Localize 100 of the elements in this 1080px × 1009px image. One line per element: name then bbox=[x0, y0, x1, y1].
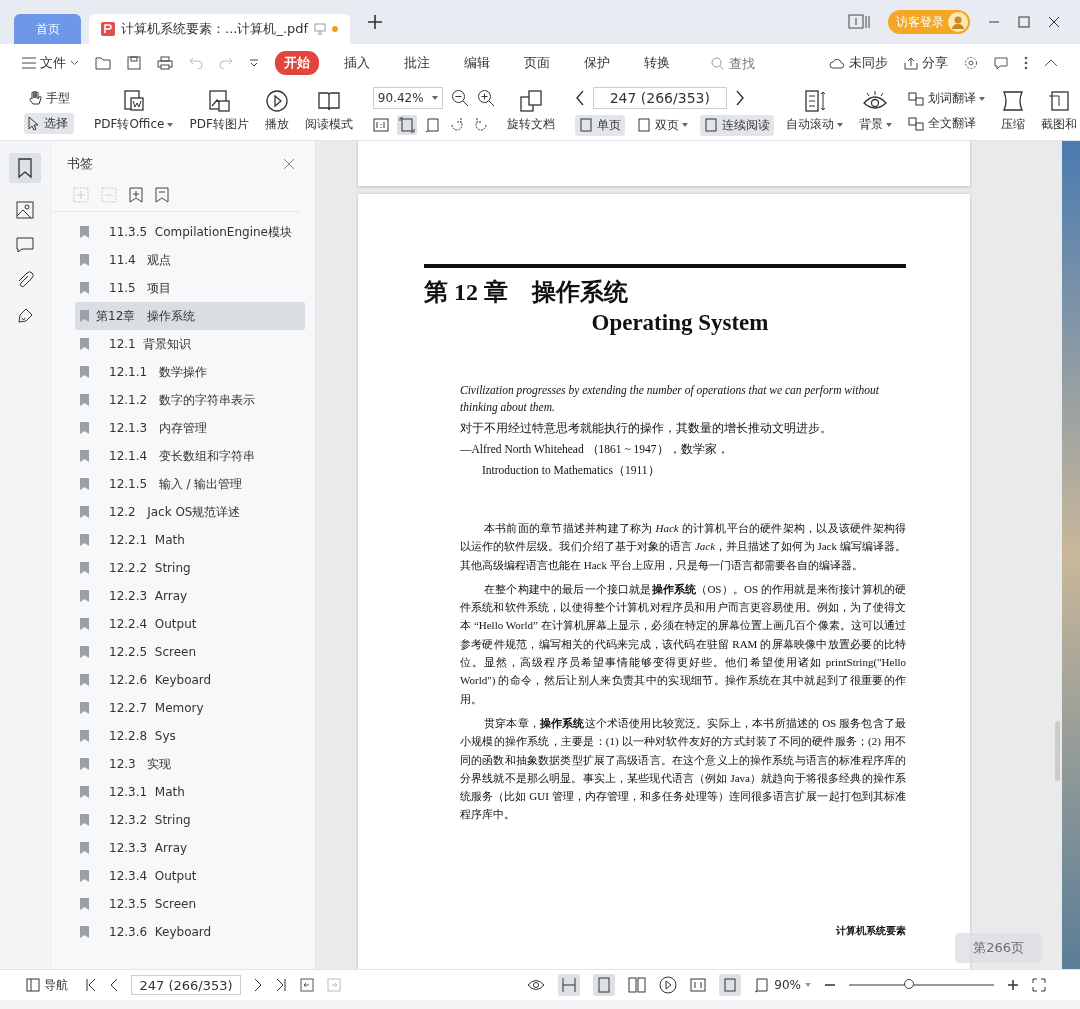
bookmark-item[interactable]: 12.1.1 数学操作 bbox=[75, 358, 305, 386]
ribbon-button[interactable]: 截图和 bbox=[1036, 89, 1080, 133]
close-icon[interactable] bbox=[1048, 16, 1060, 28]
ribbon-tab[interactable]: 编辑 bbox=[455, 51, 499, 75]
bookmark-item[interactable]: 12.3 实现 bbox=[75, 750, 305, 778]
bookmark-item[interactable]: 12.2.3 Array bbox=[75, 582, 305, 610]
translate-button[interactable]: 划词翻译 bbox=[903, 88, 989, 109]
slider-thumb[interactable] bbox=[903, 979, 914, 989]
sync-button[interactable]: 未同步 bbox=[829, 54, 888, 72]
paperclip-icon[interactable] bbox=[16, 271, 34, 289]
bookmark-item[interactable]: 12.1.4 变长数组和字符串 bbox=[75, 442, 305, 470]
bookmark-item[interactable]: 12.2.4 Output bbox=[75, 610, 305, 638]
bookmark-item[interactable]: 12.3.3 Array bbox=[75, 834, 305, 862]
translate-button[interactable]: 全文翻译 bbox=[903, 113, 989, 134]
rotate-document-button[interactable]: 旋转文档 bbox=[502, 89, 559, 133]
ribbon-tab[interactable]: 插入 bbox=[335, 51, 379, 75]
page-number-field[interactable]: 247 (266/353) bbox=[592, 86, 727, 109]
ribbon-button[interactable]: 播放 bbox=[260, 89, 293, 133]
ribbon-button[interactable]: 自动滚动 bbox=[781, 89, 847, 133]
bookmark-item[interactable]: 12.1.2 数字的字符串表示 bbox=[75, 386, 305, 414]
bookmark-item[interactable]: 11.4 观点 bbox=[75, 246, 305, 274]
play-icon[interactable] bbox=[659, 976, 678, 994]
continuous-scroll-icon[interactable] bbox=[558, 974, 581, 996]
view-mode-button[interactable]: 单页 bbox=[574, 114, 625, 136]
view-mode-button[interactable]: 双页 bbox=[632, 114, 692, 136]
file-menu[interactable]: 文件 bbox=[22, 54, 79, 72]
back-icon[interactable] bbox=[300, 978, 314, 992]
bookmark-item[interactable]: 11.5 项目 bbox=[75, 274, 305, 302]
ribbon-button[interactable]: 背景 bbox=[854, 89, 896, 133]
previous-page-icon[interactable] bbox=[574, 89, 585, 106]
last-page-icon[interactable] bbox=[275, 978, 287, 992]
previous-page-icon[interactable] bbox=[110, 978, 118, 992]
bookmark-item[interactable]: 12.2.7 Memory bbox=[75, 694, 305, 722]
image-icon[interactable] bbox=[16, 201, 34, 219]
settings-icon[interactable] bbox=[964, 56, 978, 70]
bookmark-item[interactable]: 第12章 操作系统 bbox=[75, 302, 305, 330]
maximize-icon[interactable] bbox=[1018, 16, 1030, 28]
new-tab-icon[interactable] bbox=[368, 15, 383, 29]
actual-size-icon[interactable] bbox=[690, 977, 707, 993]
actual-size-icon[interactable] bbox=[372, 117, 389, 133]
ribbon-tab[interactable]: 页面 bbox=[515, 51, 559, 75]
zoom-dropdown[interactable]: 90.42% bbox=[372, 87, 443, 109]
share-button[interactable]: 分享 bbox=[904, 54, 948, 72]
bookmark-item[interactable]: 12.1 背景知识 bbox=[75, 330, 305, 358]
zoom-dropdown[interactable]: 90% bbox=[754, 977, 811, 993]
bookmark-outline-icon[interactable] bbox=[155, 187, 169, 203]
bookmark-item[interactable]: 12.1.5 输入 / 输出管理 bbox=[75, 470, 305, 498]
bookmark-item[interactable]: 11.3.5 CompilationEngine模块 bbox=[75, 218, 305, 246]
single-page-icon[interactable] bbox=[593, 974, 616, 996]
add-bookmark-icon[interactable] bbox=[129, 187, 143, 203]
ribbon-button[interactable]: 压缩 bbox=[996, 89, 1029, 133]
comment-icon[interactable] bbox=[994, 56, 1008, 70]
next-page-icon[interactable] bbox=[734, 89, 745, 106]
bookmark-item[interactable]: 12.2.1 Math bbox=[75, 526, 305, 554]
two-page-icon[interactable] bbox=[628, 977, 647, 993]
save-icon[interactable] bbox=[127, 56, 141, 70]
ribbon-button[interactable]: PDF转Office bbox=[90, 89, 178, 133]
folder-icon[interactable] bbox=[95, 56, 111, 70]
pen-icon[interactable] bbox=[16, 307, 34, 325]
bookmark-item[interactable]: 12.3.6 Keyboard bbox=[75, 918, 305, 946]
fullscreen-icon[interactable] bbox=[1032, 978, 1046, 992]
bookmark-item[interactable]: 12.3.2 String bbox=[75, 806, 305, 834]
ribbon-tab[interactable]: 转换 bbox=[635, 51, 679, 75]
fit-page-icon[interactable] bbox=[396, 115, 417, 135]
bookmark-item[interactable]: 12.3.5 Screen bbox=[75, 890, 305, 918]
rotate-right-icon[interactable] bbox=[472, 117, 489, 133]
more-icon[interactable] bbox=[1024, 56, 1028, 70]
bookmark-item[interactable]: 12.2.8 Sys bbox=[75, 722, 305, 750]
ribbon-tab[interactable]: 开始 bbox=[275, 51, 319, 75]
collapse-icon[interactable] bbox=[1044, 59, 1058, 67]
comment-icon[interactable] bbox=[16, 237, 34, 253]
page-number-field[interactable]: 247 (266/353) bbox=[131, 975, 241, 995]
first-page-icon[interactable] bbox=[85, 978, 97, 992]
bookmark-item[interactable]: 12.2.5 Screen bbox=[75, 638, 305, 666]
navigation-button[interactable]: 导航 bbox=[22, 974, 72, 996]
fit-width-icon[interactable] bbox=[424, 117, 441, 133]
document-tab[interactable]: 计算机系统要素：...计算机_.pdf bbox=[89, 14, 351, 44]
eye-icon[interactable] bbox=[527, 978, 546, 992]
bookmark-item[interactable]: 12.3.4 Output bbox=[75, 862, 305, 890]
bookmark-item[interactable]: 12.1.3 内存管理 bbox=[75, 414, 305, 442]
ribbon-tab[interactable]: 保护 bbox=[575, 51, 619, 75]
ribbon-button[interactable]: 阅读模式 bbox=[300, 89, 357, 133]
select-tool-button[interactable]: 选择 bbox=[24, 113, 74, 134]
ribbon-tab[interactable]: 批注 bbox=[395, 51, 439, 75]
zoom-in-icon[interactable] bbox=[1007, 979, 1019, 991]
ribbon-button[interactable]: PDF转图片 bbox=[185, 89, 253, 133]
dropdown-icon[interactable] bbox=[249, 58, 259, 68]
scrollbar[interactable] bbox=[1055, 721, 1060, 781]
bookmark-item[interactable]: 12.2.6 Keyboard bbox=[75, 666, 305, 694]
next-page-icon[interactable] bbox=[254, 978, 262, 992]
bookmark-item[interactable]: 12.2.2 String bbox=[75, 554, 305, 582]
print-icon[interactable] bbox=[157, 56, 173, 70]
rotate-left-icon[interactable] bbox=[448, 117, 465, 133]
bookmark-item[interactable]: 12.2 Jack OS规范详述 bbox=[75, 498, 305, 526]
fit-page-icon[interactable] bbox=[719, 974, 742, 996]
bookmark-item[interactable]: 12.3.1 Math bbox=[75, 778, 305, 806]
view-mode-button[interactable]: 连续阅读 bbox=[699, 114, 774, 136]
hand-tool-button[interactable]: 手型 bbox=[24, 88, 74, 109]
bookmark-icon[interactable] bbox=[9, 153, 41, 183]
zoom-out-icon[interactable] bbox=[450, 89, 469, 107]
